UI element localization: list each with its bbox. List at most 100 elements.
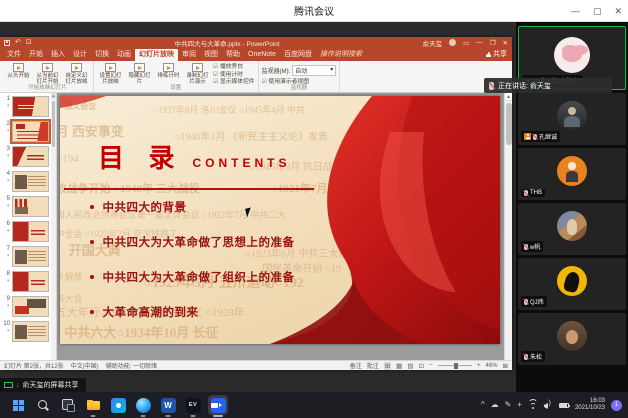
ribbon-button-从头开始[interactable]: 从头开始 xyxy=(5,63,32,85)
comments-button[interactable]: 批注 xyxy=(367,361,379,370)
undo-icon[interactable]: ↶ xyxy=(15,39,21,46)
monitor-label: 监视器(M): xyxy=(262,66,291,75)
save-icon[interactable] xyxy=(4,40,10,46)
avatar xyxy=(557,101,587,131)
normal-view-icon[interactable]: ⊞ xyxy=(384,362,391,370)
taskbar-edge-icon[interactable] xyxy=(133,395,153,415)
ribbon-button-录制幻灯片演示[interactable]: 录制幻灯片演示 xyxy=(184,63,211,85)
battery-icon[interactable] xyxy=(559,403,569,408)
ppt-share-button[interactable]: 共享 xyxy=(486,49,507,59)
slide-canvas[interactable]: 遵义会议○1937年8月 洛川会议 ○1945年4月 中共月 西安事变○1940… xyxy=(60,96,500,344)
participant-label: THB xyxy=(521,189,545,197)
taskbar-search-icon[interactable] xyxy=(33,395,53,415)
language-indicator[interactable]: 中文(中国) xyxy=(71,361,99,370)
maximize-button[interactable]: ▢ xyxy=(593,6,602,17)
participant-tile[interactable]: QJ炜 xyxy=(518,258,626,310)
notes-button[interactable]: 备注 xyxy=(350,361,362,370)
zoom-slider[interactable] xyxy=(438,365,472,366)
volume-icon[interactable] xyxy=(544,401,553,409)
slide-thumbnail-9[interactable] xyxy=(12,296,49,317)
screen-share-banner[interactable]: ↓ 俞天玺的屏幕共享 xyxy=(0,378,86,392)
taskbar-meeting-icon[interactable] xyxy=(208,395,228,415)
close-button[interactable]: ✕ xyxy=(614,6,622,17)
slide-thumbnail-7[interactable] xyxy=(12,246,49,267)
zoom-out-icon[interactable]: − xyxy=(429,362,433,369)
slide-thumbnail-8[interactable] xyxy=(12,271,49,292)
taskbar-explorer-icon[interactable] xyxy=(83,395,103,415)
tab-视图[interactable]: 视图 xyxy=(200,49,222,61)
tab-切换[interactable]: 切换 xyxy=(91,49,113,61)
user-avatar[interactable] xyxy=(449,39,456,46)
taskbar-start-icon[interactable] xyxy=(8,395,28,415)
tab-开始[interactable]: 开始 xyxy=(25,49,47,61)
editor-scrollbar[interactable]: ▲ xyxy=(504,93,512,360)
tab-OneNote[interactable]: OneNote xyxy=(244,49,280,61)
participant-tile[interactable]: 朱松 xyxy=(518,313,626,365)
ribbon-group-monitors: 监视器(M): 自动 ▾ ☑ 使用演示者视图 监视器 xyxy=(259,61,341,92)
zoom-level[interactable]: 46% xyxy=(486,363,498,369)
participant-tile[interactable]: THB xyxy=(518,148,626,200)
tab-百度网盘[interactable]: 百度网盘 xyxy=(280,49,316,61)
taskbar-ev-icon[interactable]: EV xyxy=(183,395,203,415)
tab-插入[interactable]: 插入 xyxy=(47,49,69,61)
mic-off-icon xyxy=(489,82,494,90)
participant-tile[interactable]: w帆 xyxy=(518,203,626,255)
tab-帮助[interactable]: 帮助 xyxy=(222,49,244,61)
taskbar-word-icon[interactable]: W xyxy=(158,395,178,415)
ribbon-button-排练计时[interactable]: 排练计时 xyxy=(155,63,182,85)
slide-sorter-icon[interactable]: ▦ xyxy=(396,362,402,370)
tell-me-search[interactable]: 操作说明搜索 xyxy=(316,49,366,61)
animation-star-icon: ✶ xyxy=(1,179,10,184)
taskbar-photos-icon[interactable] xyxy=(108,395,128,415)
bullet-dot-icon xyxy=(90,275,94,279)
scroll-up-icon[interactable]: ▲ xyxy=(51,93,56,99)
slide-thumbnail-4[interactable] xyxy=(12,171,49,192)
slideshow-icon xyxy=(42,63,53,72)
slide-thumbnail-5[interactable] xyxy=(12,196,49,217)
tab-幻灯片放映[interactable]: 幻灯片放映 xyxy=(135,49,178,61)
zoom-in-icon[interactable]: + xyxy=(477,362,481,369)
ppt-close-button[interactable]: ✕ xyxy=(503,39,508,47)
plus-icon[interactable]: + xyxy=(517,401,522,409)
ribbon-button-隐藏幻灯片[interactable]: 隐藏幻灯片 xyxy=(126,63,153,85)
tab-动画[interactable]: 动画 xyxy=(113,49,135,61)
monitor-dropdown[interactable]: 自动 ▾ xyxy=(292,65,336,76)
slide-thumbnail-6[interactable] xyxy=(12,221,49,242)
slide-thumbnail-2[interactable] xyxy=(12,121,49,142)
checkbox-使用计时[interactable]: ☑ 使用计时 xyxy=(213,72,255,79)
slide-thumbnail-3[interactable] xyxy=(12,146,49,167)
minimize-button[interactable]: — xyxy=(571,6,580,16)
reading-view-icon[interactable]: ▤ xyxy=(407,362,413,370)
tab-设计[interactable]: 设计 xyxy=(69,49,91,61)
hidden-icons-chevron[interactable]: ^ xyxy=(481,401,485,409)
cloud-icon[interactable]: ☁ xyxy=(491,401,499,409)
quick-access-toolbar: ↶ ⊡ xyxy=(4,39,32,46)
thumbnail-scrollbar[interactable]: ▲ xyxy=(51,93,56,360)
notification-badge[interactable]: 1 xyxy=(611,400,622,411)
ribbon-button-从当前幻灯片开始[interactable]: 从当前幻灯片开始 xyxy=(34,63,61,85)
tab-文件[interactable]: 文件 xyxy=(3,49,25,61)
fit-slide-icon[interactable]: ⊠ xyxy=(503,362,508,370)
checkbox-播放旁白[interactable]: ☑ 播放旁白 xyxy=(213,64,255,71)
tab-审阅[interactable]: 审阅 xyxy=(178,49,200,61)
bullet-dot-icon xyxy=(90,310,94,314)
taskbar-taskview-icon[interactable] xyxy=(58,395,78,415)
ribbon-options-button[interactable]: ▭ xyxy=(463,39,469,47)
participant-tile[interactable]: 孔继诚 xyxy=(518,93,626,145)
slide-bullet-list: 中共四大的背景中共四大为大革命做了思想上的准备中共四大为大革命做了组织上的准备大… xyxy=(90,199,295,320)
accessibility-status[interactable]: 辅助功能: 一切就绪 xyxy=(106,361,157,370)
taskbar-apps: WEV xyxy=(8,395,228,415)
scroll-up-icon[interactable]: ▲ xyxy=(505,93,512,101)
ribbon-button-设置幻灯片放映[interactable]: 设置幻灯片放映 xyxy=(97,63,124,85)
pen-icon[interactable]: ✎ xyxy=(505,401,512,409)
wifi-icon[interactable] xyxy=(528,401,538,409)
slide-thumbnail-10[interactable] xyxy=(12,321,49,342)
slideshow-view-icon[interactable]: ⊡ xyxy=(418,362,423,370)
slide-thumbnail-1[interactable] xyxy=(12,96,49,117)
ppt-user-name[interactable]: 俞天玺 xyxy=(423,38,443,48)
taskbar-clock[interactable]: 16:03 2021/10/23 xyxy=(575,398,605,413)
ppt-minimize-button[interactable]: — xyxy=(476,39,483,46)
thumbnail-number: 1✶ xyxy=(1,96,12,117)
ribbon-button-自定义幻灯片放映[interactable]: 自定义幻灯片放映 xyxy=(63,63,90,85)
ppt-restore-button[interactable]: ❐ xyxy=(490,39,496,47)
